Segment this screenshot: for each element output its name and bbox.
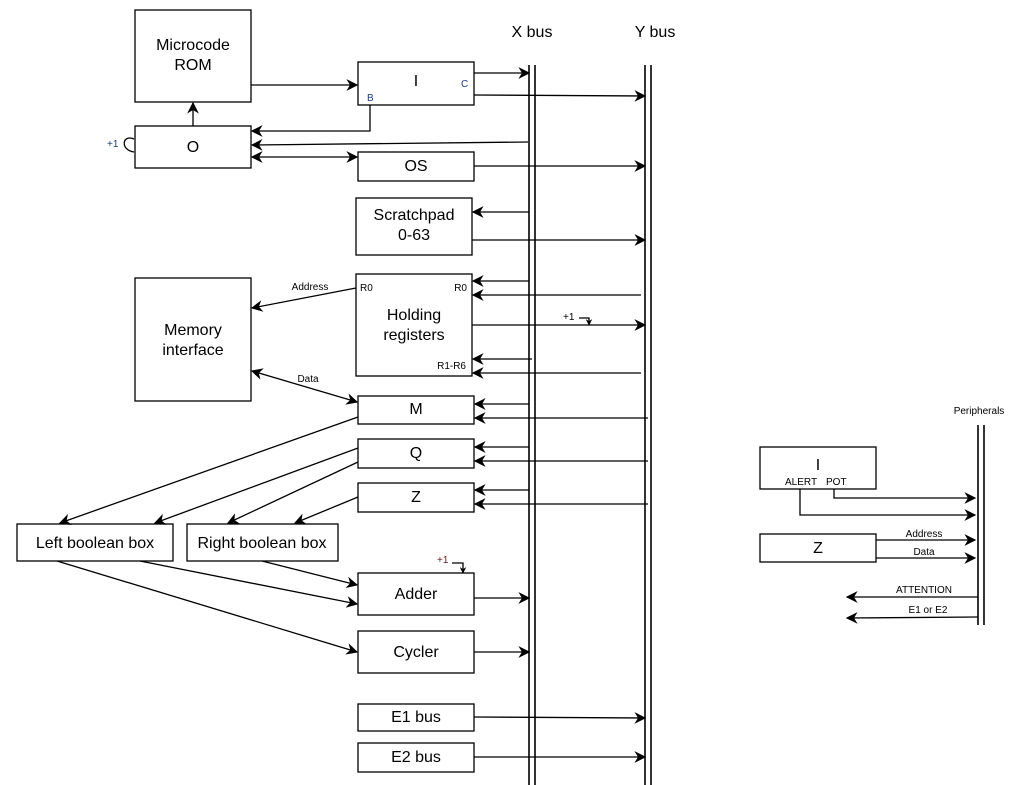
peripherals-label: Peripherals xyxy=(954,406,1005,417)
holding-r0-left-label: R0 xyxy=(360,283,373,294)
right-boolean-box: Right boolean box xyxy=(186,523,339,562)
periph-i-label: I xyxy=(816,457,820,474)
arrow-q-to-right-boolean xyxy=(226,461,359,524)
arrow-e1-to-ybus xyxy=(473,712,647,724)
e1-or-e2-label: E1 or E2 xyxy=(909,605,948,616)
left-boolean-label: Left boolean box xyxy=(36,535,154,552)
arrow-i-b-to-o xyxy=(250,105,371,137)
diagram-canvas: X bus Y bus Peripherals Microcode ROM O … xyxy=(16,9,1005,785)
holding-increment-arrow xyxy=(579,317,593,326)
arrow-m-to-left-boolean xyxy=(58,416,359,525)
i-port-b-label: B xyxy=(367,93,374,104)
cycler-box: Cycler xyxy=(357,630,475,674)
periph-pot-label: POT xyxy=(826,477,847,488)
periph-alert-label: ALERT xyxy=(785,477,817,488)
holding-r1r6-label: R1-R6 xyxy=(437,361,466,372)
scratchpad-label-2: 0-63 xyxy=(398,227,430,244)
m-label: M xyxy=(409,401,422,418)
y-bus xyxy=(644,65,652,785)
memory-interface-box: Memory interface xyxy=(134,277,252,402)
i-port-c-label: C xyxy=(461,79,468,90)
periph-data-label: Data xyxy=(913,547,935,558)
peripheral-z-box: Z xyxy=(759,533,877,563)
o-increment-loop xyxy=(123,137,135,153)
cycler-label: Cycler xyxy=(393,644,439,661)
os-register-box: OS xyxy=(357,151,475,182)
arrow-left-boolean-to-adder xyxy=(139,560,359,608)
peripherals-bus xyxy=(977,425,985,625)
connection-arrows xyxy=(56,67,979,763)
o-label: O xyxy=(187,139,199,156)
arrow-xbus-to-o xyxy=(250,139,529,151)
holding-label-1: Holding xyxy=(387,307,441,324)
holding-label-2: registers xyxy=(383,327,444,344)
memory-label-1: Memory xyxy=(164,322,222,339)
x-bus xyxy=(528,65,536,785)
e1-bus-box: E1 bus xyxy=(357,703,475,732)
data-label: Data xyxy=(297,374,319,385)
arrow-pot-to-peripherals xyxy=(833,489,977,504)
o-increment-label: +1 xyxy=(107,139,119,150)
z-register-box: Z xyxy=(357,482,475,513)
memory-label-2: interface xyxy=(162,342,223,359)
address-label: Address xyxy=(292,282,329,293)
microcode-rom-box: Microcode ROM xyxy=(134,9,252,103)
peripheral-i-box: I ALERT POT xyxy=(759,446,877,490)
periph-z-label: Z xyxy=(813,540,823,557)
i-label: I xyxy=(414,73,418,90)
arrow-i-to-ybus xyxy=(473,90,647,102)
arrow-e1-or-e2 xyxy=(845,612,979,624)
adder-increment-arrow xyxy=(452,562,467,574)
scratchpad-box: Scratchpad 0-63 xyxy=(355,197,473,256)
o-register-box: O xyxy=(134,125,252,169)
q-register-box: Q xyxy=(357,438,475,469)
arrow-right-boolean-to-adder xyxy=(261,560,359,589)
microcode-rom-label-2: ROM xyxy=(174,57,211,74)
e1-bus-label: E1 bus xyxy=(391,709,441,726)
attention-label: ATTENTION xyxy=(896,585,952,596)
q-label: Q xyxy=(410,445,422,462)
arrow-z-to-right-boolean xyxy=(293,496,359,525)
holding-increment-label: +1 xyxy=(563,312,575,323)
y-bus-label: Y bus xyxy=(635,24,676,41)
periph-address-label: Address xyxy=(906,529,943,540)
microcode-rom-label-1: Microcode xyxy=(156,37,230,54)
adder-box: Adder xyxy=(357,572,475,616)
os-label: OS xyxy=(404,158,427,175)
e2-bus-label: E2 bus xyxy=(391,749,441,766)
x-bus-label: X bus xyxy=(512,24,553,41)
adder-increment-label: +1 xyxy=(437,555,449,566)
arrow-q-to-left-boolean xyxy=(153,447,359,525)
z-label: Z xyxy=(411,489,421,506)
e2-bus-box: E2 bus xyxy=(357,742,475,773)
left-boolean-box: Left boolean box xyxy=(16,523,174,562)
adder-label: Adder xyxy=(395,586,438,603)
scratchpad-label-1: Scratchpad xyxy=(374,207,455,224)
i-register-box: I B C xyxy=(357,61,475,106)
m-register-box: M xyxy=(357,395,475,425)
cpu-block-diagram: X bus Y bus Peripherals Microcode ROM O … xyxy=(0,0,1029,785)
right-boolean-label: Right boolean box xyxy=(198,535,327,552)
holding-registers-box: Holding registers R0 R0 R1-R6 xyxy=(355,273,473,377)
arrow-alert-to-peripherals xyxy=(799,489,977,521)
holding-r0-right-label: R0 xyxy=(454,283,467,294)
